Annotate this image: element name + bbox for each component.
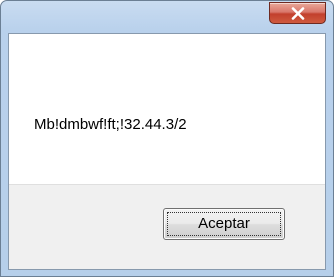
title-bar[interactable] — [1, 1, 333, 33]
message-text: Mb!dmbwf!ft;!32.44.3/2 — [34, 116, 187, 133]
close-icon — [291, 7, 305, 20]
button-bar: Aceptar — [9, 184, 325, 269]
accept-button[interactable]: Aceptar — [163, 208, 285, 240]
close-button[interactable] — [269, 2, 326, 24]
dialog-body: Mb!dmbwf!ft;!32.44.3/2 Aceptar — [8, 33, 326, 270]
message-dialog: Mb!dmbwf!ft;!32.44.3/2 Aceptar — [0, 0, 334, 277]
accept-button-label: Aceptar — [198, 215, 250, 232]
